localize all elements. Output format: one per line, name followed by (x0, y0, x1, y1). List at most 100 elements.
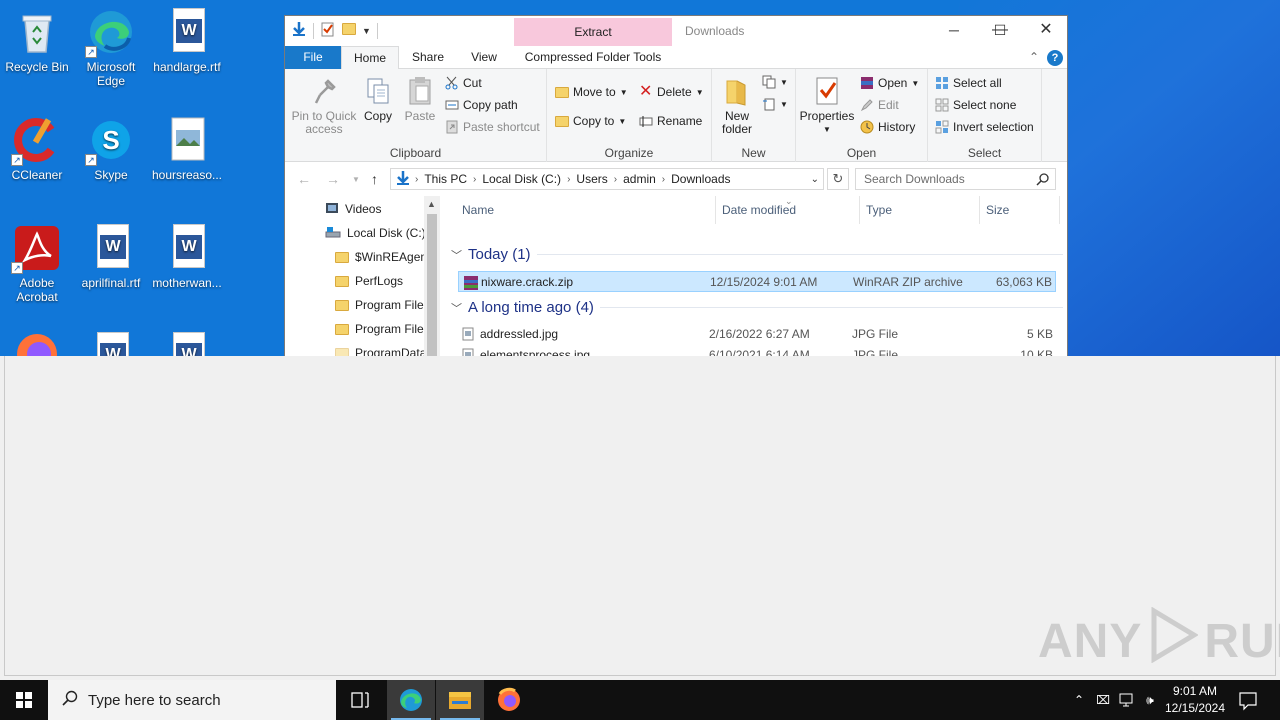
desktop-icon-recycle-bin[interactable]: Recycle Bin (0, 8, 74, 74)
refresh-button[interactable]: ↻ (827, 168, 849, 190)
clock-date: 12/15/2024 (1164, 701, 1226, 715)
network-icon[interactable] (1117, 680, 1135, 720)
tab-share[interactable]: Share (403, 46, 453, 69)
desktop-icon-hoursreaso[interactable]: hoursreaso... (150, 116, 224, 182)
select-all-icon (935, 76, 949, 90)
tab-home[interactable]: Home (341, 46, 399, 70)
chevron-right-icon[interactable]: › (567, 174, 570, 185)
paste-shortcut-button[interactable]: Paste shortcut (445, 118, 540, 136)
properties-button[interactable]: Properties ▼ (798, 75, 856, 136)
help-icon[interactable]: ? (1047, 50, 1063, 66)
breadcrumb-admin[interactable]: admin (623, 172, 656, 186)
taskbar-edge-button[interactable] (387, 680, 435, 720)
chevron-right-icon[interactable]: › (473, 174, 476, 185)
move-to-button[interactable]: Move to ▼ (555, 83, 628, 101)
new-folder-button[interactable]: New folder (716, 75, 758, 136)
address-dropdown-icon[interactable]: ⌄ (811, 174, 819, 185)
invert-selection-button[interactable]: Invert selection (935, 118, 1034, 136)
breadcrumb-downloads[interactable]: Downloads (671, 172, 730, 186)
breadcrumb-this-pc[interactable]: This PC (424, 172, 467, 186)
nav-item-program-files[interactable]: Program Files (335, 294, 430, 316)
search-input[interactable]: Search Downloads (855, 168, 1056, 190)
customize-qat-dropdown-icon[interactable]: ▼ (362, 26, 371, 36)
copy-path-button[interactable]: Copy path (445, 96, 518, 114)
recent-locations-icon[interactable]: ▼ (352, 175, 360, 184)
taskbar-explorer-button[interactable] (436, 680, 484, 720)
cut-button[interactable]: Cut (445, 74, 482, 92)
clipboard-group: Pin to Quick access Copy Paste Cut Copy … (285, 69, 547, 162)
column-header-type[interactable]: Type (860, 196, 980, 224)
navigation-scrollbar[interactable]: ▲ (424, 196, 440, 356)
notification-center-icon[interactable] (1236, 680, 1260, 720)
task-view-button[interactable] (336, 680, 384, 720)
nav-item-programdata[interactable]: ProgramData (335, 342, 426, 356)
dropdown-arrow-icon: ▼ (695, 87, 704, 97)
extract-context-tab[interactable]: Extract (514, 18, 672, 46)
taskbar-firefox-button[interactable] (485, 680, 533, 720)
easy-access-button[interactable]: ▼ (762, 95, 788, 113)
properties-check-icon[interactable] (320, 21, 336, 40)
breadcrumb-local-disk[interactable]: Local Disk (C:) (482, 172, 561, 186)
select-all-button[interactable]: Select all (935, 74, 1002, 92)
start-button[interactable] (0, 680, 48, 720)
copy-to-button[interactable]: Copy to ▼ (555, 112, 626, 130)
desktop-icon-acrobat[interactable]: ↗ Adobe Acrobat (0, 224, 74, 304)
desktop-icon-aprilfinal[interactable]: aprilfinal.rtf (74, 224, 148, 290)
edit-button[interactable]: Edit (860, 96, 899, 114)
select-none-button[interactable]: Select none (935, 96, 1016, 114)
breadcrumb-users[interactable]: Users (576, 172, 607, 186)
file-date: 2/16/2022 6:27 AM (709, 327, 810, 341)
copy-button[interactable]: Copy (359, 75, 397, 123)
group-header-long-ago[interactable]: ﹀ A long time ago (4) (451, 299, 1063, 316)
new-folder-icon[interactable] (342, 23, 356, 38)
desktop-icon-firefox[interactable] (0, 330, 74, 356)
download-arrow-icon (291, 21, 307, 40)
nav-item-videos[interactable]: Videos (325, 198, 381, 220)
open-button[interactable]: Open ▼ (860, 74, 919, 92)
chevron-right-icon[interactable]: › (662, 174, 665, 185)
column-header-name[interactable]: Name (456, 196, 716, 224)
file-row[interactable]: addressled.jpg 2/16/2022 6:27 AM JPG Fil… (458, 324, 1056, 345)
meet-now-icon[interactable]: ⌧ (1094, 680, 1112, 720)
desktop-icon-word-doc[interactable] (150, 332, 224, 356)
desktop-icon-handlarge[interactable]: handlarge.rtf (150, 8, 224, 74)
nav-item-winreagent[interactable]: $WinREAgent (335, 246, 430, 268)
desktop-icon-edge[interactable]: ↗ Microsoft Edge (74, 8, 148, 88)
back-arrow-icon[interactable]: ← (297, 171, 311, 187)
desktop-icon-ccleaner[interactable]: ↗ CCleaner (0, 116, 74, 182)
new-item-button[interactable]: ▼ (762, 73, 788, 91)
delete-button[interactable]: ✕ Delete ▼ (639, 83, 704, 101)
forward-arrow-icon[interactable]: → (326, 171, 340, 187)
tab-view[interactable]: View (459, 46, 509, 69)
nav-item-perflogs[interactable]: PerfLogs (335, 270, 403, 292)
volume-icon[interactable]: 🕪 (1141, 680, 1159, 720)
history-button[interactable]: History (860, 118, 915, 136)
up-arrow-icon[interactable]: ↑ (371, 171, 378, 187)
collapse-ribbon-icon[interactable]: ⌃ (1029, 50, 1039, 64)
scrollbar-thumb[interactable] (427, 214, 437, 356)
close-window-button[interactable]: ✕ (1023, 16, 1067, 46)
system-clock[interactable]: 9:01 AM 12/15/2024 (1160, 683, 1230, 717)
maximize-window-button[interactable]: ☐ (977, 16, 1023, 46)
taskbar-search-input[interactable]: Type here to search (48, 680, 336, 720)
scroll-up-icon[interactable]: ▲ (427, 199, 436, 209)
file-row[interactable]: nixware.crack.zip 12/15/2024 9:01 AM Win… (458, 271, 1056, 292)
nav-item-program-files-x86[interactable]: Program Files (335, 318, 430, 340)
column-header-size[interactable]: Size (980, 196, 1060, 224)
tab-file[interactable]: File (285, 46, 341, 69)
file-row[interactable]: elementsprocess.jpg 6/10/2021 6:14 AM JP… (458, 345, 1056, 356)
minimize-window-button[interactable]: ─ (931, 16, 977, 46)
chevron-right-icon[interactable]: › (614, 174, 617, 185)
pin-to-quick-access-button[interactable]: Pin to Quick access (289, 75, 359, 136)
desktop-icon-word-doc[interactable] (74, 332, 148, 356)
rename-button[interactable]: Rename (639, 112, 702, 130)
paste-button[interactable]: Paste (401, 75, 439, 123)
desktop-icon-skype[interactable]: S ↗ Skype (74, 116, 148, 182)
desktop-icon-motherwan[interactable]: motherwan... (150, 224, 224, 290)
tab-compressed-folder-tools[interactable]: Compressed Folder Tools (514, 46, 672, 69)
address-bar[interactable]: › This PC › Local Disk (C:) › Users › ad… (390, 168, 824, 190)
nav-item-local-disk[interactable]: Local Disk (C:) (325, 222, 426, 244)
chevron-right-icon: › (415, 173, 419, 185)
group-header-today[interactable]: ﹀ Today (1) (451, 246, 1063, 263)
tray-overflow-icon[interactable]: ⌃ (1070, 680, 1088, 720)
